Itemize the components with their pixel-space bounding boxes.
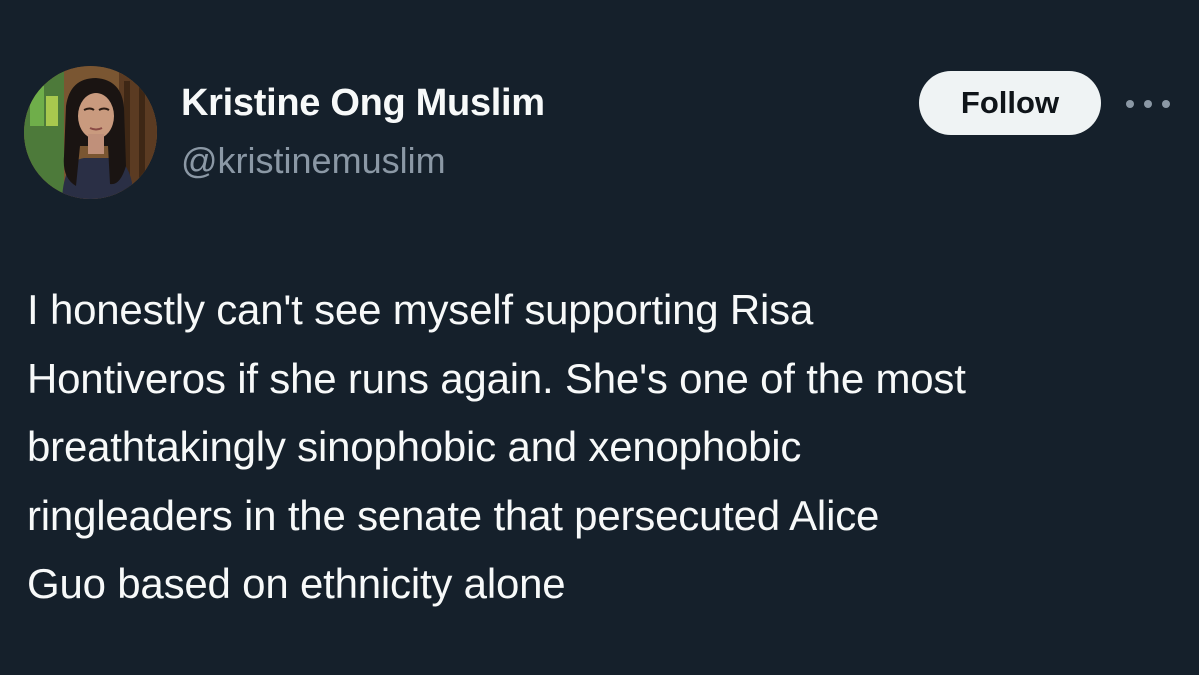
follow-button[interactable]: Follow: [919, 71, 1101, 135]
tweet-text-line: Hontiveros if she runs again. She's one …: [27, 354, 966, 402]
more-dot: [1144, 100, 1152, 108]
tweet-text-line: breathtakingly sinophobic and xenophobic: [27, 423, 802, 470]
avatar[interactable]: [24, 66, 157, 199]
more-dot: [1162, 100, 1170, 108]
tweet-text: I honestly can't see myself supporting R…: [27, 276, 1187, 619]
tweet-text-line: ringleaders in the senate that persecute…: [27, 491, 880, 539]
avatar-photo: [24, 66, 157, 199]
tweet-text-line: I honestly can't see myself supporting R…: [27, 286, 814, 333]
display-name[interactable]: Kristine Ong Muslim: [181, 82, 545, 125]
tweet-text-line: Guo based on ethnicity alone: [27, 560, 566, 607]
user-handle[interactable]: @kristinemuslim: [181, 140, 446, 182]
more-horizontal-icon[interactable]: [1126, 96, 1170, 112]
more-dot: [1126, 100, 1134, 108]
tweet-card: Kristine Ong Muslim @kristinemuslim Foll…: [0, 0, 1199, 675]
